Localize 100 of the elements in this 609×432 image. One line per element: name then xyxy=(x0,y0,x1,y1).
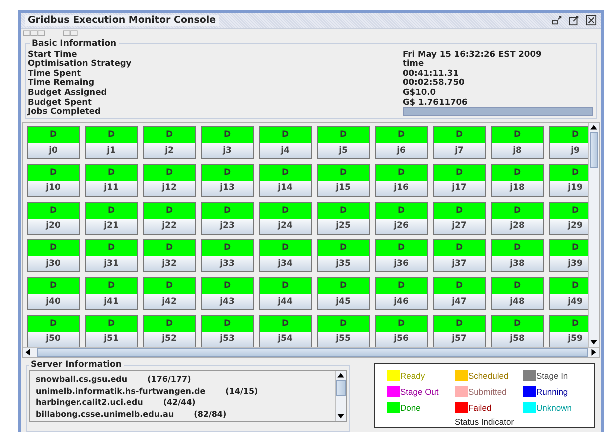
job-tile[interactable]: D j24 xyxy=(259,202,312,235)
job-tile[interactable]: D j48 xyxy=(491,277,544,310)
job-status: D xyxy=(28,127,79,143)
job-tile[interactable]: D j27 xyxy=(433,202,486,235)
job-tile[interactable]: D j20 xyxy=(27,202,80,235)
job-tile[interactable]: D j35 xyxy=(317,239,370,272)
job-tile[interactable]: D j9 xyxy=(549,126,588,159)
job-name: j16 xyxy=(376,180,427,196)
job-tile[interactable]: D j39 xyxy=(549,239,588,272)
job-tile[interactable]: D j58 xyxy=(491,314,544,347)
job-tile[interactable]: D j31 xyxy=(85,239,138,272)
job-status: D xyxy=(28,316,79,332)
job-tile[interactable]: D j19 xyxy=(549,164,588,197)
job-name: j39 xyxy=(550,256,588,272)
job-name: j5 xyxy=(318,143,369,158)
scroll-left-icon[interactable] xyxy=(23,348,33,357)
job-tile[interactable]: D j34 xyxy=(259,239,312,272)
job-tile[interactable]: D j21 xyxy=(85,202,138,235)
job-tile[interactable]: D j32 xyxy=(143,239,196,272)
job-name: j6 xyxy=(376,143,427,158)
job-tile[interactable]: D j17 xyxy=(433,164,486,197)
scroll-up-icon[interactable] xyxy=(336,371,346,380)
job-tile[interactable]: D j13 xyxy=(201,164,254,197)
job-status: D xyxy=(550,164,588,181)
job-tile[interactable]: D j40 xyxy=(27,277,80,310)
job-tile[interactable]: D j55 xyxy=(317,314,370,347)
job-tile[interactable]: D j38 xyxy=(491,239,544,272)
job-status: D xyxy=(550,278,588,294)
job-tile[interactable]: D j52 xyxy=(143,314,196,347)
job-tile[interactable]: D j8 xyxy=(491,126,544,159)
job-status: D xyxy=(144,202,195,219)
job-tile[interactable]: D j12 xyxy=(143,164,196,197)
job-status: D xyxy=(260,202,311,219)
server-host[interactable]: billabong.csse.unimelb.edu.au xyxy=(36,410,174,419)
job-tile[interactable]: D j1 xyxy=(85,126,138,159)
close-icon[interactable] xyxy=(586,14,597,26)
job-tile[interactable]: D j15 xyxy=(317,164,370,197)
job-status: D xyxy=(492,278,543,294)
job-name: j32 xyxy=(144,256,195,272)
job-tile[interactable]: D j3 xyxy=(201,126,254,159)
job-name: j43 xyxy=(202,294,253,310)
minimize-icon[interactable] xyxy=(552,14,563,26)
server-host[interactable]: snowball.cs.gsu.edu xyxy=(36,375,128,384)
job-tile[interactable]: D j51 xyxy=(85,314,138,347)
scroll-thumb[interactable] xyxy=(590,132,598,168)
job-tile[interactable]: D j33 xyxy=(201,239,254,272)
info-label: Jobs Completed xyxy=(28,106,102,116)
job-tile[interactable]: D j37 xyxy=(433,239,486,272)
job-tile[interactable]: D j59 xyxy=(549,314,588,347)
job-tile[interactable]: D j53 xyxy=(201,314,254,347)
job-tile[interactable]: D j25 xyxy=(317,202,370,235)
job-tile[interactable]: D j56 xyxy=(375,314,428,347)
scroll-thumb[interactable] xyxy=(336,380,346,396)
job-tile[interactable]: D j30 xyxy=(27,239,80,272)
server-host[interactable]: unimelb.informatik.hs-furtwangen.de xyxy=(36,386,206,396)
job-name: j10 xyxy=(28,180,79,196)
vertical-scrollbar[interactable] xyxy=(588,123,599,347)
status-label: Failed xyxy=(468,402,492,412)
job-tile[interactable]: D j18 xyxy=(491,164,544,197)
job-tile[interactable]: D j36 xyxy=(375,239,428,272)
job-tile[interactable]: D j43 xyxy=(201,277,254,310)
job-tile[interactable]: D j29 xyxy=(549,202,588,235)
job-tile[interactable]: D j28 xyxy=(491,202,544,235)
scroll-down-icon[interactable] xyxy=(336,412,346,421)
maximize-icon[interactable] xyxy=(569,14,580,26)
vertical-scrollbar[interactable] xyxy=(335,371,346,421)
job-tile[interactable]: D j41 xyxy=(85,277,138,310)
job-tile[interactable]: D j57 xyxy=(433,314,486,347)
job-tile[interactable]: D j50 xyxy=(27,314,80,347)
job-name: j13 xyxy=(202,180,253,196)
job-status: D xyxy=(86,240,137,256)
job-name: j58 xyxy=(492,332,543,347)
job-tile[interactable]: D j42 xyxy=(143,277,196,310)
job-tile[interactable]: D j47 xyxy=(433,277,486,310)
server-host[interactable]: harbinger.calit2.uci.edu xyxy=(36,398,144,408)
job-name: j48 xyxy=(492,294,543,310)
job-status: D xyxy=(86,202,137,219)
job-tile[interactable]: D j11 xyxy=(85,164,138,197)
job-tile[interactable]: D j2 xyxy=(143,126,196,159)
job-tile[interactable]: D j7 xyxy=(433,126,486,159)
job-status: D xyxy=(202,316,253,332)
job-tile[interactable]: D j45 xyxy=(317,277,370,310)
job-tile[interactable]: D j49 xyxy=(549,277,588,310)
job-tile[interactable]: D j4 xyxy=(259,126,312,159)
job-status: D xyxy=(434,240,485,256)
job-tile[interactable]: D j44 xyxy=(259,277,312,310)
job-tile[interactable]: D j46 xyxy=(375,277,428,310)
job-tile[interactable]: D j10 xyxy=(27,164,80,197)
status-label: Ready xyxy=(400,370,426,380)
job-tile[interactable]: D j22 xyxy=(143,202,196,235)
job-tile[interactable]: D j16 xyxy=(375,164,428,197)
job-tile[interactable]: D j5 xyxy=(317,126,370,159)
job-status: D xyxy=(550,202,588,219)
job-name: j57 xyxy=(434,332,485,347)
job-tile[interactable]: D j23 xyxy=(201,202,254,235)
job-tile[interactable]: D j6 xyxy=(375,126,428,159)
job-tile[interactable]: D j14 xyxy=(259,164,312,197)
job-tile[interactable]: D j54 xyxy=(259,314,312,347)
job-tile[interactable]: D j0 xyxy=(27,126,80,159)
job-tile[interactable]: D j26 xyxy=(375,202,428,235)
